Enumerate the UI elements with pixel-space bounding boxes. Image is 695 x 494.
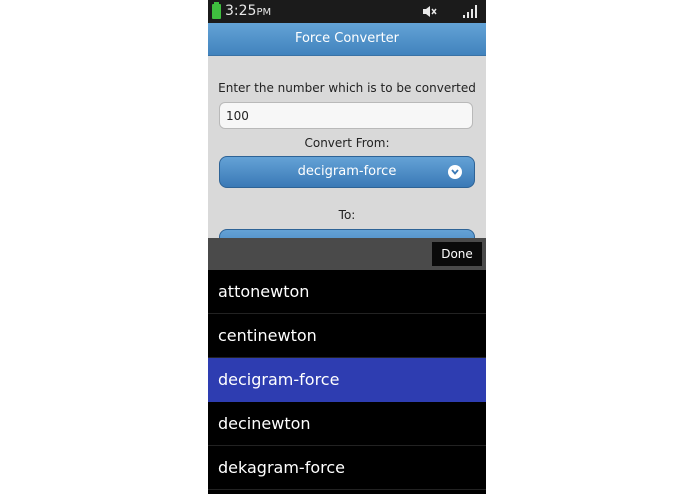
clock-ampm: PM <box>256 7 272 18</box>
signal-icon <box>463 5 477 18</box>
picker-toolbar: Done <box>208 238 486 270</box>
mute-icon <box>423 6 437 17</box>
page-title: Force Converter <box>208 23 486 56</box>
convert-to-label: To: <box>338 208 356 222</box>
status-bar: 3:25PM <box>208 0 486 23</box>
picker-list: attonewton centinewton decigram-force de… <box>208 270 486 494</box>
battery-icon <box>212 2 221 19</box>
convert-from-select[interactable]: decigram-force <box>219 156 475 188</box>
clock-time: 3:25 <box>225 3 257 19</box>
chevron-down-icon <box>448 165 462 179</box>
picker-item[interactable]: attonewton <box>208 270 486 314</box>
picker-item[interactable]: centinewton <box>208 314 486 358</box>
clock: 3:25PM <box>225 3 271 21</box>
convert-from-label: Convert From: <box>304 136 390 150</box>
convert-from-value: decigram-force <box>297 164 397 179</box>
converter-form: Enter the number which is to be converte… <box>208 56 486 261</box>
number-prompt: Enter the number which is to be converte… <box>218 81 476 95</box>
phone-screen: 3:25PM Force Converter Enter the number … <box>208 0 486 494</box>
done-button[interactable]: Done <box>432 242 482 266</box>
picker-item-selected[interactable]: decigram-force <box>208 358 486 402</box>
picker-item[interactable]: decinewton <box>208 402 486 446</box>
number-input[interactable] <box>219 102 473 129</box>
picker-item[interactable]: dekagram-force <box>208 446 486 490</box>
